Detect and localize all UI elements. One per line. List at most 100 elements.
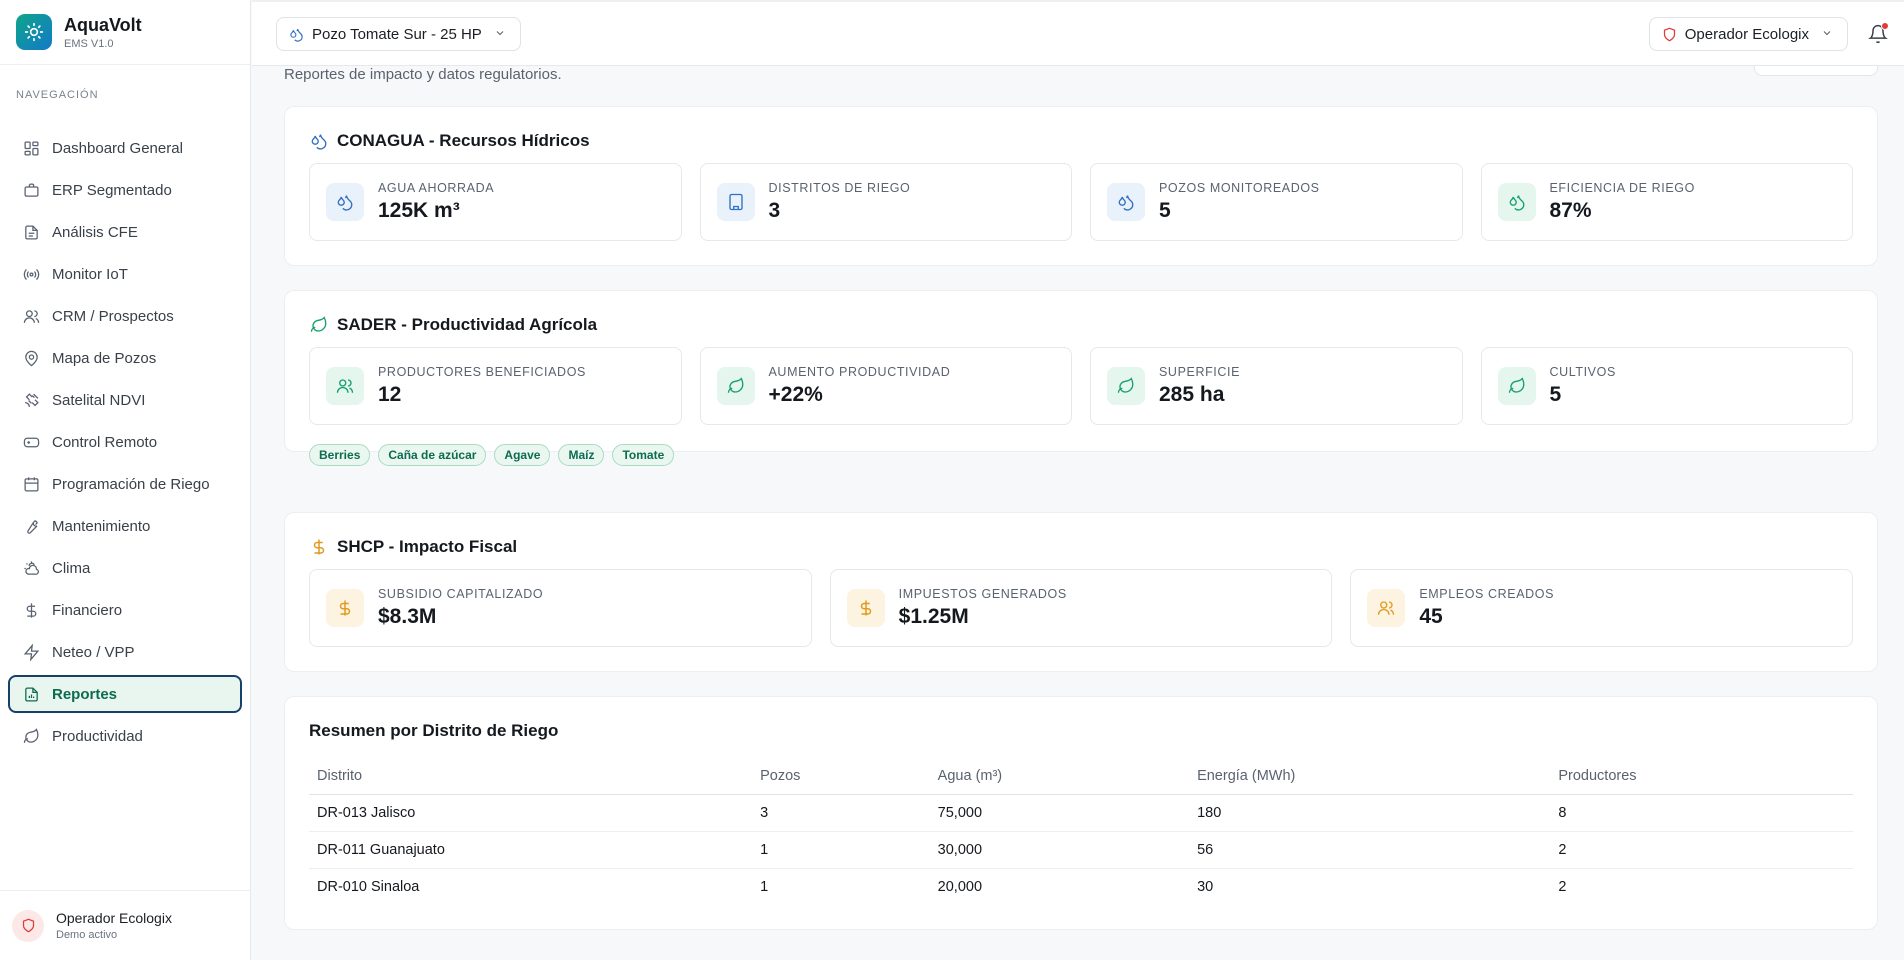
leaf-icon — [1107, 367, 1145, 405]
sidebar-item-weather[interactable]: Clima — [8, 549, 242, 587]
sidebar-item-dashboard[interactable]: Dashboard General — [8, 129, 242, 167]
cloud-sun-icon — [22, 559, 40, 577]
table-cell: DR-010 Sinaloa — [317, 878, 420, 895]
crop-tag: Maíz — [558, 444, 605, 466]
brand[interactable]: AquaVolt EMS V1.0 — [0, 0, 250, 65]
sidebar-item-erp[interactable]: ERP Segmentado — [8, 171, 242, 209]
droplets-icon — [289, 27, 304, 42]
stat-label: Subsidio Capitalizado — [378, 587, 544, 601]
sidebar-nav: Dashboard General ERP Segmentado Análisi… — [0, 129, 250, 755]
leaf-icon — [22, 727, 40, 745]
user-status: Demo activo — [56, 929, 118, 941]
table-cell: 2 — [1550, 831, 1853, 869]
notifications-button[interactable] — [1868, 22, 1890, 48]
table-cell: 180 — [1189, 794, 1551, 832]
column-header: Distrito — [309, 759, 753, 795]
sidebar-item-iot[interactable]: Monitor IoT — [8, 255, 242, 293]
gamepad-icon — [22, 433, 40, 451]
users-icon — [22, 307, 40, 325]
stat-label: Eficiencia de Riego — [1549, 181, 1695, 195]
stat-card: Distritos de Riego 3 — [699, 163, 1072, 241]
stat-card: Aumento Productividad +22% — [699, 347, 1072, 425]
main-content: Reportes de impacto y datos regulatorios… — [252, 52, 1904, 960]
operator-selector[interactable]: Operador Ecologix — [1648, 17, 1848, 51]
stat-value: 12 — [378, 383, 402, 406]
user-name: Operador Ecologix — [56, 910, 172, 926]
table-cell: 30,000 — [929, 831, 1190, 869]
stat-value: +22% — [768, 383, 823, 406]
sidebar-item-productivity[interactable]: Productividad — [8, 717, 242, 755]
sader-title: SADER - Productividad Agrícola — [309, 315, 597, 335]
stat-label: Superficie — [1159, 365, 1241, 379]
stat-value: 87% — [1549, 199, 1592, 222]
sidebar-item-crm[interactable]: CRM / Prospectos — [8, 297, 242, 335]
stat-card: Subsidio Capitalizado $8.3M — [309, 569, 812, 647]
table-cell: 1 — [752, 831, 930, 869]
sidebar-item-label: CRM / Prospectos — [52, 307, 174, 325]
topbar: Pozo Tomate Sur - 25 HP Operador Ecologi… — [252, 0, 1904, 66]
sidebar-item-map[interactable]: Mapa de Pozos — [8, 339, 242, 377]
stat-label: Pozos Monitoreados — [1159, 181, 1320, 195]
table-cell: 2 — [1558, 878, 1567, 895]
column-header: Agua (m³) — [929, 759, 1190, 795]
sidebar-item-label: Productividad — [52, 727, 143, 745]
dollar-icon — [326, 589, 364, 627]
stat-label: Cultivos — [1549, 365, 1616, 379]
dollar-icon — [22, 601, 40, 619]
page-subtitle: Reportes de impacto y datos regulatorios… — [284, 66, 562, 83]
stat-label: Impuestos Generados — [898, 587, 1067, 601]
user-profile[interactable]: Operador Ecologix Demo activo — [0, 890, 251, 960]
stat-card: Empleos Creados 45 — [1350, 569, 1853, 647]
sidebar-item-maintenance[interactable]: Mantenimiento — [8, 507, 242, 545]
sidebar-item-label: Control Remoto — [52, 433, 158, 451]
stat-card: Productores Beneficiados 12 — [309, 347, 682, 425]
crop-tag: Agave — [494, 444, 551, 466]
droplets-icon — [309, 131, 329, 151]
stat-value: 5 — [1549, 383, 1562, 406]
stat-card: Agua Ahorrada 125K m³ — [309, 163, 682, 241]
users-icon — [326, 367, 364, 405]
operator-selector-label: Operador Ecologix — [1684, 25, 1809, 43]
sidebar-item-label: Mapa de Pozos — [52, 349, 157, 367]
dollar-icon — [309, 537, 329, 557]
sidebar-item-schedule[interactable]: Programación de Riego — [8, 465, 242, 503]
crop-tag: Tomate — [612, 444, 675, 466]
sidebar-item-label: Satelital NDVI — [52, 391, 146, 409]
sidebar-item-reports[interactable]: Reportes — [8, 675, 242, 713]
sidebar-item-label: Neteo / VPP — [52, 643, 135, 661]
sidebar-item-cfe[interactable]: Análisis CFE — [8, 213, 242, 251]
table-row: DR-011 Guanajuato 1 30,000 56 2 — [309, 831, 1853, 869]
sidebar-item-finance[interactable]: Financiero — [8, 591, 242, 629]
card-title-text: SADER - Productividad Agrícola — [337, 315, 598, 334]
stat-label: Productores Beneficiados — [378, 365, 586, 379]
column-header: Pozos — [752, 759, 930, 795]
conagua-stats: Agua Ahorrada 125K m³ Distritos de Riego 3… — [309, 163, 1853, 241]
sidebar-item-vpp[interactable]: Neteo / VPP — [8, 633, 242, 671]
stat-value: 45 — [1419, 605, 1443, 628]
table-cell: 20,000 — [937, 878, 983, 895]
building-icon — [716, 183, 755, 221]
dashboard-icon — [22, 139, 40, 157]
droplets-icon — [1497, 183, 1536, 221]
sidebar-item-label: Dashboard General — [52, 139, 183, 157]
bell-icon — [1868, 24, 1888, 48]
sader-card: SADER - Productividad Agrícola Productor… — [284, 290, 1878, 466]
table-cell: DR-011 Guanajuato — [309, 831, 753, 869]
sidebar-item-label: Análisis CFE — [52, 223, 138, 241]
wrench-icon — [22, 517, 40, 535]
stat-label: Distritos de Riego — [768, 181, 911, 195]
well-selector-label: Pozo Tomate Sur - 25 HP — [312, 25, 482, 43]
nav-heading: NAVEGACIÓN — [16, 89, 99, 101]
sidebar-item-control[interactable]: Control Remoto — [8, 423, 242, 461]
conagua-title: CONAGUA - Recursos Hídricos — [309, 131, 590, 151]
well-selector[interactable]: Pozo Tomate Sur - 25 HP — [276, 17, 521, 51]
conagua-card: CONAGUA - Recursos Hídricos Agua Ahorrad… — [284, 106, 1878, 266]
chevron-down-icon — [494, 26, 506, 43]
stat-value: 285 ha — [1159, 383, 1225, 406]
sidebar-item-ndvi[interactable]: Satelital NDVI — [8, 381, 242, 419]
sidebar: AquaVolt EMS V1.0 NAVEGACIÓN Dashboard G… — [0, 0, 251, 960]
table-row: DR-010 Sinaloa 1 20,000 30 2 — [309, 868, 1853, 905]
sidebar-item-label: Financiero — [52, 601, 123, 619]
table-row: DR-013 Jalisco 3 75,000 180 8 — [309, 794, 1853, 832]
card-title-text: Resumen por Distrito de Riego — [309, 721, 559, 740]
